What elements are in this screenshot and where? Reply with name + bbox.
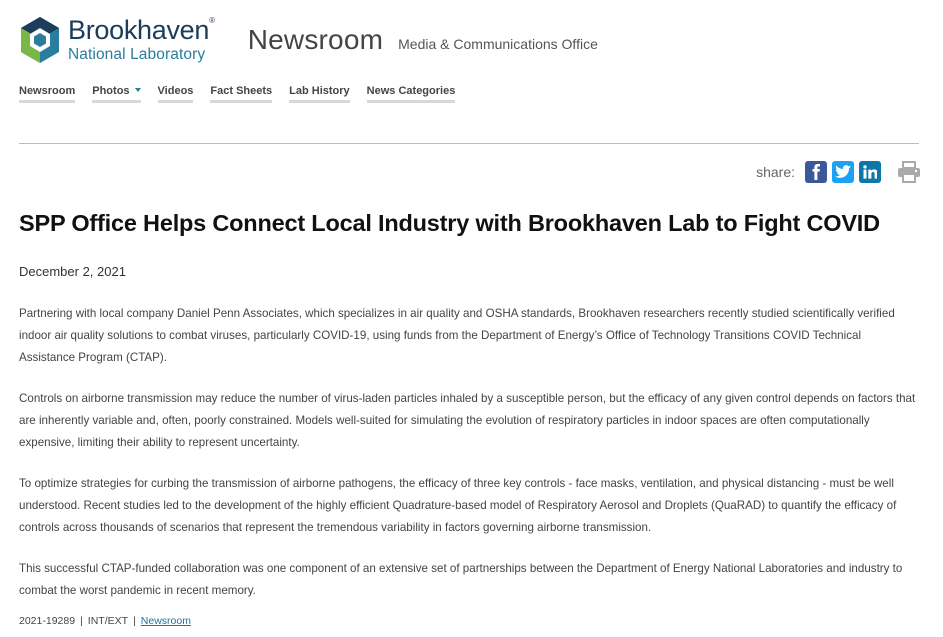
category-link-newsroom[interactable]: Newsroom — [141, 615, 191, 627]
share-label: share: — [756, 164, 795, 180]
nav-item-fact-sheets[interactable]: Fact Sheets — [210, 85, 273, 103]
article-footer: 2021-19289 | INT/EXT | Newsroom — [19, 615, 191, 627]
twitter-icon[interactable] — [832, 161, 854, 183]
site-subtitle: Media & Communications Office — [398, 36, 598, 52]
main-nav: Newsroom Photos Videos Fact Sheets Lab H… — [19, 85, 472, 103]
logo-subname: National Laboratory — [68, 46, 206, 64]
nav-item-photos-label: Photos — [92, 85, 130, 97]
caret-down-icon — [134, 88, 141, 93]
article-audience: INT/EXT — [87, 615, 129, 627]
article-body: Partnering with local company Daniel Pen… — [19, 303, 919, 621]
nav-item-photos[interactable]: Photos — [92, 85, 141, 103]
nav-item-lab-history[interactable]: Lab History — [289, 85, 350, 103]
footer-separator: | — [80, 615, 83, 627]
header-divider — [19, 143, 919, 144]
share-bar: share: — [756, 161, 921, 183]
article-id: 2021-19289 — [19, 615, 76, 627]
nav-item-videos[interactable]: Videos — [157, 85, 194, 103]
linkedin-icon[interactable] — [859, 161, 881, 183]
nav-item-newsroom[interactable]: Newsroom — [19, 85, 76, 103]
article-paragraph: To optimize strategies for curbing the t… — [19, 477, 897, 534]
article-paragraph: This successful CTAP-funded collaboratio… — [19, 562, 903, 597]
site-header: Brookhaven® National Laboratory Newsroom… — [19, 14, 919, 66]
nav-item-news-categories[interactable]: News Categories — [366, 85, 456, 103]
article-paragraph: Controls on airborne transmission may re… — [19, 392, 916, 449]
article-paragraph: Partnering with local company Daniel Pen… — [19, 307, 895, 364]
print-icon[interactable] — [897, 161, 921, 183]
site-title[interactable]: Newsroom — [248, 24, 383, 56]
logo-name: Brookhaven® — [68, 15, 215, 46]
bnl-hexagon-logo-icon — [21, 17, 59, 63]
facebook-icon[interactable] — [805, 161, 827, 183]
brookhaven-logo[interactable]: Brookhaven® National Laboratory — [19, 16, 215, 64]
article-date: December 2, 2021 — [19, 264, 126, 279]
article-title: SPP Office Helps Connect Local Industry … — [19, 210, 880, 236]
footer-separator: | — [133, 615, 136, 627]
